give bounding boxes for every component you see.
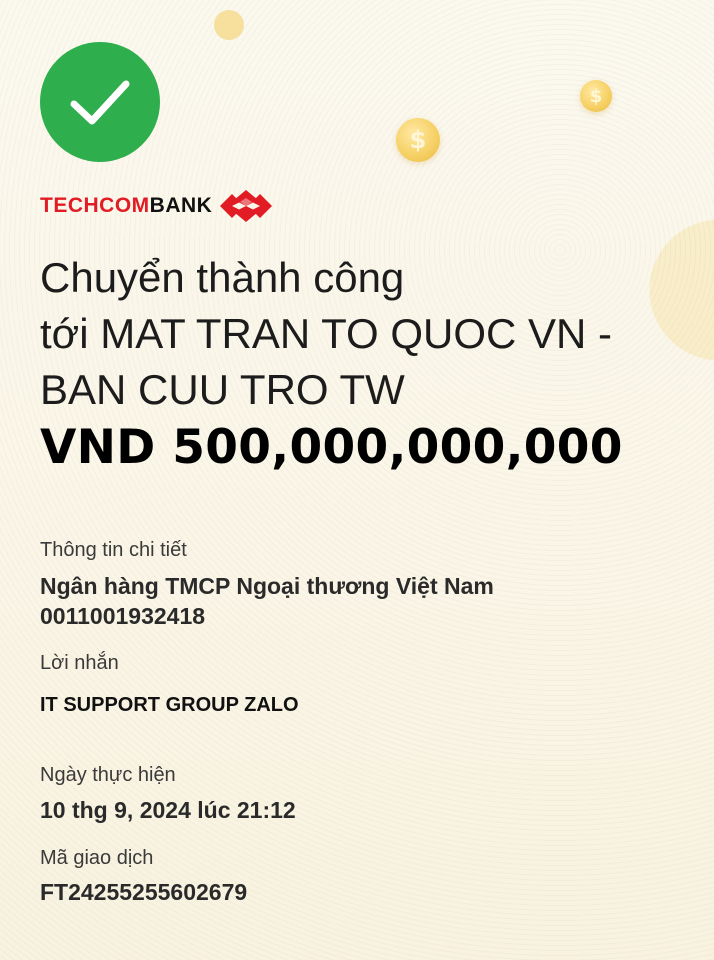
transfer-amount: VND 500,000,000,000 [40,420,623,475]
date-label: Ngày thực hiện [40,764,176,786]
bank-name: TECHCOMBANK [40,194,213,217]
title-line-1: Chuyển thành công [40,254,405,301]
coin-icon: $ [396,118,440,162]
transaction-id-label: Mã giao dịch [40,847,154,869]
coin-icon: $ [580,80,612,112]
transaction-date: 10 thg 9, 2024 lúc 21:12 [40,797,296,823]
title-line-3: BAN CUU TRO TW [40,366,405,413]
account-number[interactable]: 0011001932418 [40,603,205,630]
transfer-success-title: Chuyển thành công tới MAT TRAN TO QUOC V… [40,250,700,418]
decorative-dot [214,10,244,40]
recipient-bank: Ngân hàng TMCP Ngoại thương Việt Nam [40,573,494,599]
details-label: Thông tin chi tiết [40,539,187,561]
techcombank-logo: TECHCOMBANK [40,190,273,222]
techcombank-diamond-logo-icon [220,190,273,222]
message-text: IT SUPPORT GROUP ZALO [40,694,299,716]
message-label: Lời nhắn [40,652,119,674]
transaction-id[interactable]: FT24255255602679 [40,879,247,906]
success-check-icon [40,42,160,162]
title-line-2: tới MAT TRAN TO QUOC VN - [40,310,613,357]
